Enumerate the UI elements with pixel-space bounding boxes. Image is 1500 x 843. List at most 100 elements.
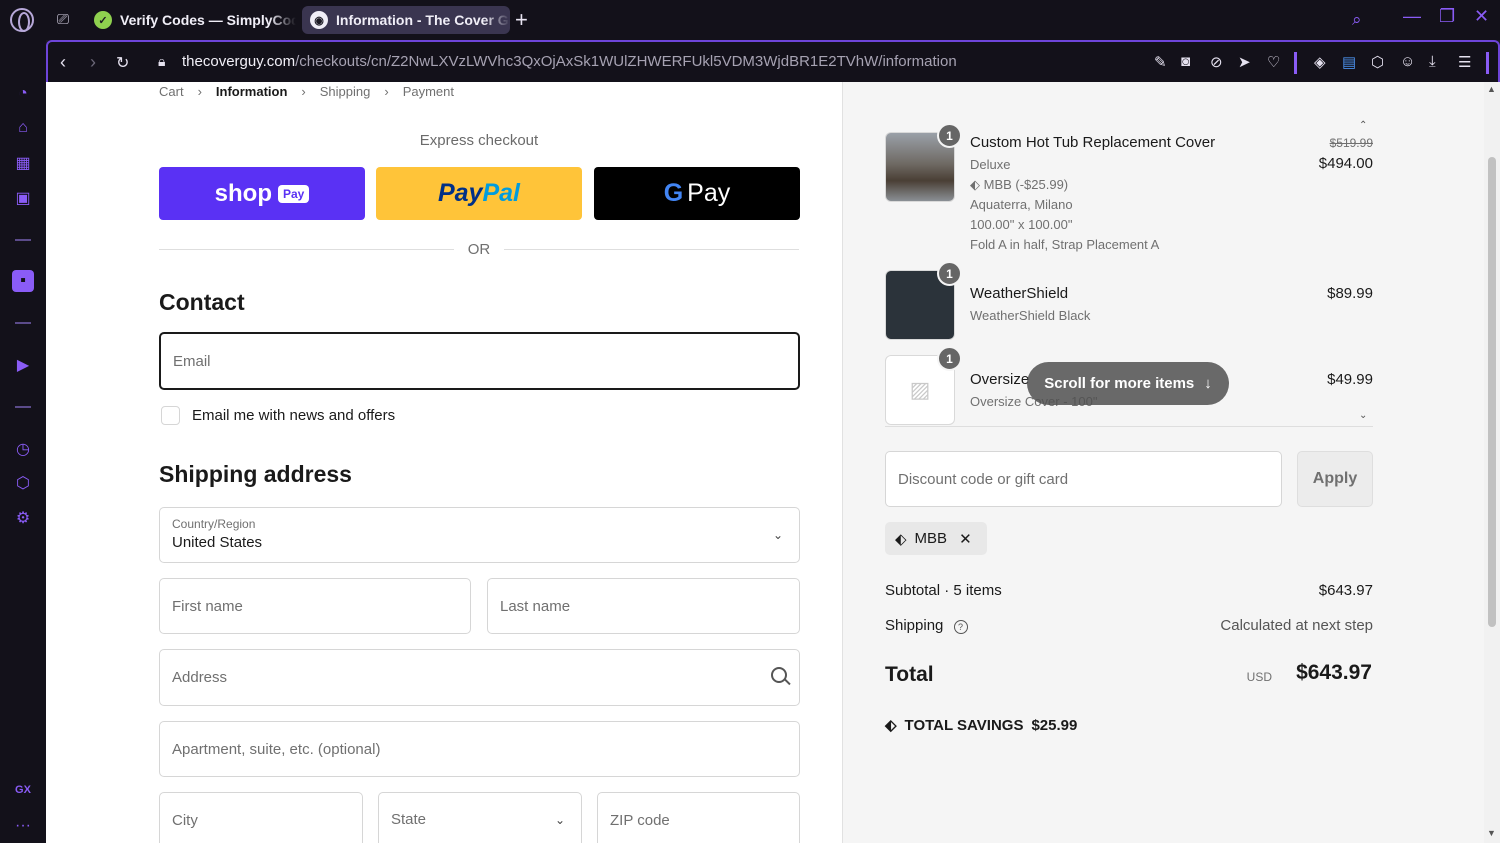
item-title: Custom Hot Tub Replacement Cover bbox=[970, 134, 1216, 151]
chevron-up-icon[interactable]: ⌃ bbox=[1359, 120, 1367, 131]
minimize-icon[interactable]: — bbox=[1403, 6, 1421, 27]
savings-value: $25.99 bbox=[1031, 716, 1078, 734]
breadcrumb-shipping: Shipping bbox=[319, 84, 371, 99]
paypal-button[interactable]: Pay Pal bbox=[376, 167, 582, 220]
search-icon[interactable] bbox=[771, 667, 787, 683]
sidebar-divider bbox=[15, 322, 31, 324]
last-name-field[interactable] bbox=[500, 579, 787, 633]
item-title: WeatherShield bbox=[970, 285, 1069, 302]
url-field[interactable]: thecoverguy.com/checkouts/cn/Z2NwLXVzLWV… bbox=[182, 53, 957, 70]
summary-divider bbox=[885, 426, 1373, 427]
scroll-hint-label: Scroll for more items bbox=[1044, 375, 1195, 392]
sidebar-divider bbox=[15, 406, 31, 408]
translate-icon[interactable]: ▤ bbox=[1342, 53, 1356, 71]
line-item: 1 WeatherShield WeatherShield Black $89.… bbox=[885, 261, 1373, 340]
currency-code: USD bbox=[1246, 670, 1272, 684]
quantity-badge: 1 bbox=[937, 346, 962, 371]
search-tabs-icon[interactable]: ⌕ bbox=[1352, 10, 1362, 30]
item-discount: ⬖ MBB (-$25.99) bbox=[970, 177, 1068, 193]
heart-icon[interactable]: ♡ bbox=[1267, 53, 1280, 71]
apartment-field[interactable] bbox=[172, 722, 787, 776]
send-icon[interactable]: ➤ bbox=[1238, 53, 1251, 71]
country-label: Country/Region bbox=[172, 517, 256, 531]
more-icon[interactable]: ··· bbox=[12, 815, 34, 837]
chevron-right-icon: › bbox=[301, 84, 306, 99]
shipping-row: Shipping ? Calculated at next step bbox=[885, 617, 1373, 634]
chevron-down-icon: ⌄ bbox=[554, 813, 565, 827]
first-name-field[interactable] bbox=[172, 579, 458, 633]
email-field[interactable] bbox=[173, 334, 786, 388]
breadcrumb-payment: Payment bbox=[402, 84, 455, 99]
scroll-down-icon[interactable]: ▼ bbox=[1487, 828, 1496, 838]
url-domain: thecoverguy.com bbox=[182, 53, 296, 70]
twitch-icon[interactable]: ▪ bbox=[12, 270, 34, 292]
adblock-icon[interactable]: ⊘ bbox=[1210, 53, 1223, 71]
extensions-icon[interactable]: ⬡ bbox=[12, 472, 34, 494]
item-detail: Aquaterra, Milano bbox=[970, 197, 1073, 212]
scrollbar-thumb[interactable] bbox=[1488, 157, 1496, 627]
item-variant: WeatherShield Black bbox=[970, 308, 1091, 323]
tab-verify-codes[interactable]: ✓ Verify Codes — SimplyCodes bbox=[86, 6, 296, 34]
back-icon[interactable]: ‹ bbox=[60, 52, 66, 73]
snapshot-icon[interactable]: ⎚ bbox=[57, 11, 69, 28]
apartment-wrapper bbox=[159, 721, 800, 777]
country-select[interactable]: Country/Region United States ⌄ bbox=[159, 507, 800, 563]
country-value: United States bbox=[172, 534, 263, 551]
item-price: $494.00 bbox=[1318, 155, 1373, 172]
last-name-wrapper bbox=[487, 578, 800, 634]
hardware-limiter-icon[interactable]: ▣ bbox=[12, 187, 34, 209]
shop-pay-button[interactable]: shop Pay bbox=[159, 167, 365, 220]
quantity-badge: 1 bbox=[937, 123, 962, 148]
browser-sidebar: ◔ ⌂ ▦ ▣ ▪ ▶ ◷ ⬡ ⚙ GX ··· bbox=[0, 40, 46, 843]
scroll-more-items-button[interactable]: Scroll for more items ↓ bbox=[1027, 362, 1229, 405]
close-window-icon[interactable]: ✕ bbox=[1474, 6, 1489, 27]
player-icon[interactable]: ▶ bbox=[12, 354, 34, 376]
gx-label[interactable]: GX bbox=[12, 779, 34, 801]
gx-control-icon[interactable]: ◔ bbox=[12, 83, 34, 105]
cube-icon[interactable]: ⬡ bbox=[1371, 53, 1384, 71]
shipping-label: Shipping bbox=[885, 617, 944, 634]
discount-field[interactable] bbox=[898, 452, 1269, 506]
camera-icon[interactable]: ◙ bbox=[1181, 53, 1190, 70]
google-pay-button[interactable]: G Pay bbox=[594, 167, 800, 220]
gx-cleaner-icon[interactable]: ⌂ bbox=[12, 117, 34, 139]
chevron-down-icon[interactable]: ⌄ bbox=[1359, 410, 1367, 421]
profile-icon[interactable]: ☺ bbox=[1400, 53, 1415, 70]
ai-assistant-icon[interactable]: ◈ bbox=[1314, 53, 1326, 71]
city-wrapper bbox=[159, 792, 363, 843]
subtotal-label: Subtotal · 5 items bbox=[885, 582, 1002, 599]
scroll-up-icon[interactable]: ▲ bbox=[1487, 84, 1496, 94]
simplycodes-icon: ✓ bbox=[94, 11, 112, 29]
breadcrumb-cart[interactable]: Cart bbox=[159, 84, 184, 99]
settings-icon[interactable]: ⚙ bbox=[12, 507, 34, 529]
restore-icon[interactable]: ❐ bbox=[1439, 6, 1455, 27]
zip-field[interactable] bbox=[610, 793, 787, 843]
newsletter-label[interactable]: Email me with news and offers bbox=[192, 407, 395, 424]
download-icon[interactable]: ⤓ bbox=[1429, 53, 1436, 70]
forward-icon[interactable]: › bbox=[90, 52, 96, 73]
gx-corner-icon[interactable]: ▦ bbox=[12, 152, 34, 174]
state-select[interactable]: State ⌄ bbox=[378, 792, 582, 843]
history-icon[interactable]: ◷ bbox=[12, 438, 34, 460]
page-scrollbar[interactable]: ▲ ▼ bbox=[1484, 82, 1500, 843]
menu-icon[interactable]: ☰ bbox=[1458, 53, 1471, 71]
item-title: Oversize bbox=[970, 371, 1030, 388]
url-path: /checkouts/cn/Z2NwLXVzLWVhc3QxOjAxSk1WUl… bbox=[295, 53, 957, 70]
tab-information[interactable]: ◉ Information - The Cover Guy bbox=[302, 6, 510, 34]
title-bar: ⎚ ✓ Verify Codes — SimplyCodes ◉ Informa… bbox=[0, 0, 1500, 40]
city-field[interactable] bbox=[172, 793, 350, 843]
address-field[interactable] bbox=[172, 650, 787, 705]
newsletter-checkbox[interactable] bbox=[161, 406, 180, 425]
toolbar-divider bbox=[1486, 52, 1489, 74]
reload-icon[interactable]: ↻ bbox=[116, 53, 129, 73]
contact-heading: Contact bbox=[159, 289, 245, 315]
edit-icon[interactable]: ✎ bbox=[1154, 53, 1167, 71]
remove-discount-icon[interactable]: ✕ bbox=[959, 530, 972, 548]
shop-pay-logo: shop bbox=[214, 179, 272, 207]
apply-button[interactable]: Apply bbox=[1297, 451, 1373, 507]
original-price: $519.99 bbox=[1329, 136, 1373, 150]
site-favicon-icon: ◉ bbox=[310, 11, 328, 29]
new-tab-icon[interactable]: + bbox=[515, 7, 528, 33]
help-icon[interactable]: ? bbox=[953, 620, 968, 634]
opera-logo-icon[interactable] bbox=[10, 8, 34, 32]
